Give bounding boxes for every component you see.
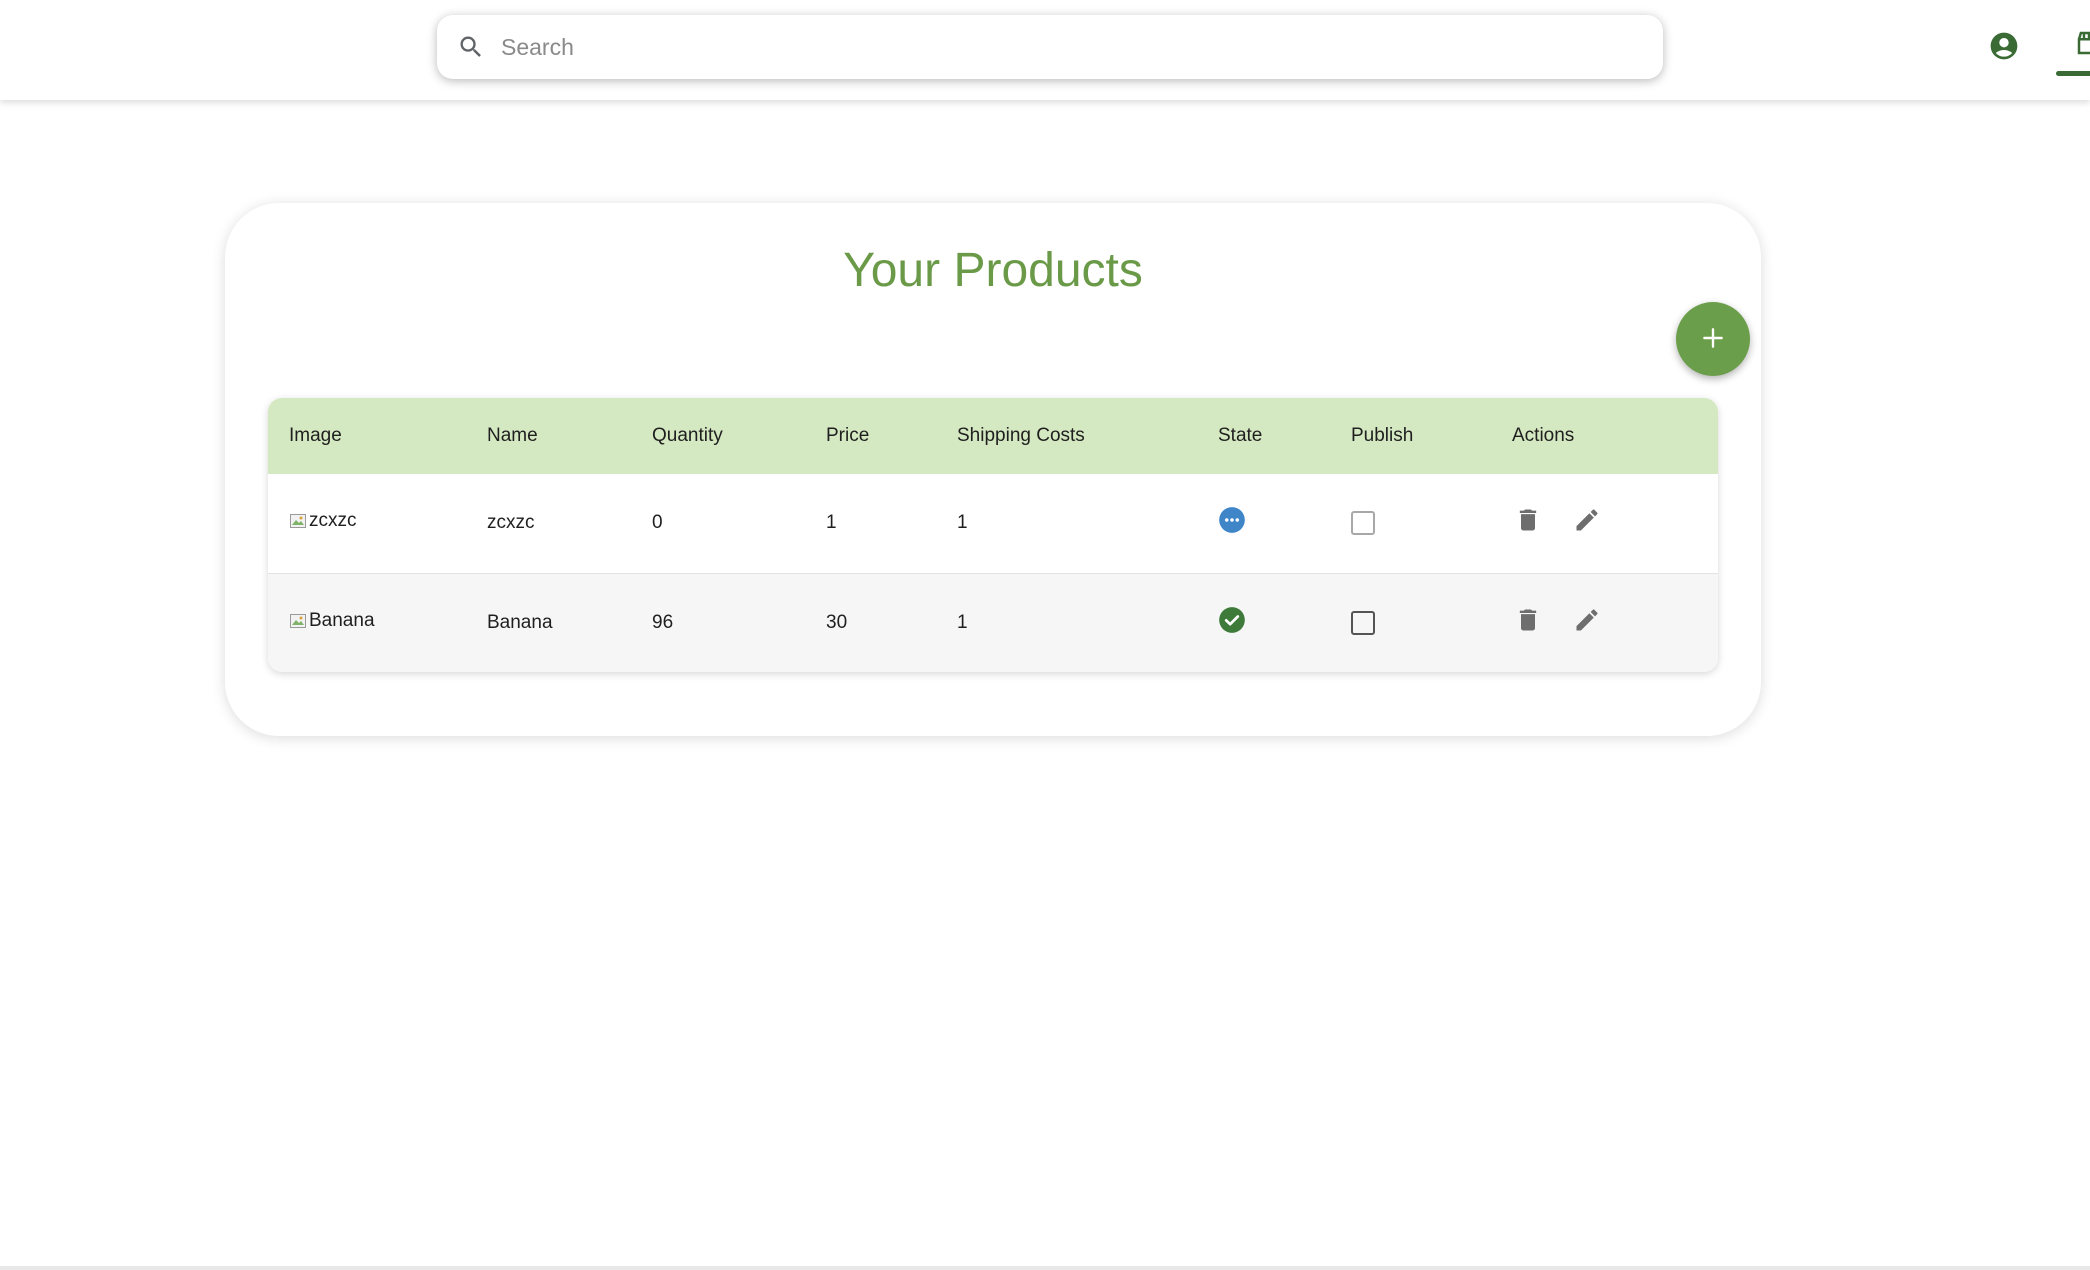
product-quantity: 96 — [652, 611, 674, 633]
column-header-name: Name — [487, 425, 538, 446]
tab-my-store[interactable] — [2054, 0, 2090, 78]
trash-icon — [1514, 506, 1542, 540]
check-circle-icon — [1218, 606, 1246, 634]
search-input[interactable] — [499, 15, 1663, 79]
edit-button[interactable] — [1571, 507, 1603, 539]
account-circle-icon[interactable] — [1988, 30, 2020, 62]
table-row: zcxzc zcxzc 0 1 1 — [268, 474, 1718, 573]
column-header-actions: Actions — [1512, 425, 1575, 446]
page-title: Your Products — [843, 244, 1143, 297]
products-table: Image Name Quantity Price Shipping Costs… — [268, 398, 1718, 672]
trash-icon — [1514, 606, 1542, 640]
publish-checkbox[interactable] — [1351, 511, 1375, 536]
product-image-alt: Banana — [309, 609, 375, 631]
product-price: 30 — [826, 611, 848, 633]
search-icon — [455, 31, 487, 63]
edit-button[interactable] — [1571, 607, 1603, 639]
products-card: Your Products Image Name Quantity Price … — [225, 203, 1761, 736]
product-shipping-costs: 1 — [957, 512, 968, 534]
table-row: Banana Banana 96 30 1 — [268, 573, 1718, 672]
product-shipping-costs: 1 — [957, 611, 968, 633]
storefront-icon — [2074, 28, 2090, 58]
product-name: zcxzc — [487, 512, 535, 534]
plus-icon — [1700, 325, 1726, 354]
product-price: 1 — [826, 512, 837, 534]
tab-active-indicator — [2056, 71, 2090, 76]
publish-checkbox[interactable] — [1351, 610, 1375, 635]
column-header-quantity: Quantity — [652, 425, 723, 446]
product-quantity: 0 — [652, 512, 663, 534]
page-bottom-divider — [0, 1266, 2090, 1270]
product-name: Banana — [487, 611, 553, 633]
product-image: zcxzc — [289, 510, 357, 532]
column-header-price: Price — [826, 425, 870, 446]
delete-button[interactable] — [1512, 607, 1544, 639]
add-product-button[interactable] — [1676, 302, 1750, 376]
product-image: Banana — [289, 610, 375, 632]
table-header-row: Image Name Quantity Price Shipping Costs… — [268, 398, 1718, 474]
pencil-icon — [1573, 606, 1601, 640]
column-header-shipping-costs: Shipping Costs — [957, 425, 1085, 446]
search-bar[interactable] — [437, 15, 1663, 79]
product-image-alt: zcxzc — [309, 510, 357, 532]
column-header-publish: Publish — [1351, 425, 1414, 446]
broken-image-icon — [289, 612, 307, 630]
more-horiz-circle-icon — [1218, 506, 1246, 534]
delete-button[interactable] — [1512, 507, 1544, 539]
top-app-bar — [0, 0, 2090, 100]
column-header-image: Image — [289, 425, 342, 446]
column-header-state: State — [1218, 425, 1263, 446]
pencil-icon — [1573, 506, 1601, 540]
broken-image-icon — [289, 512, 307, 530]
